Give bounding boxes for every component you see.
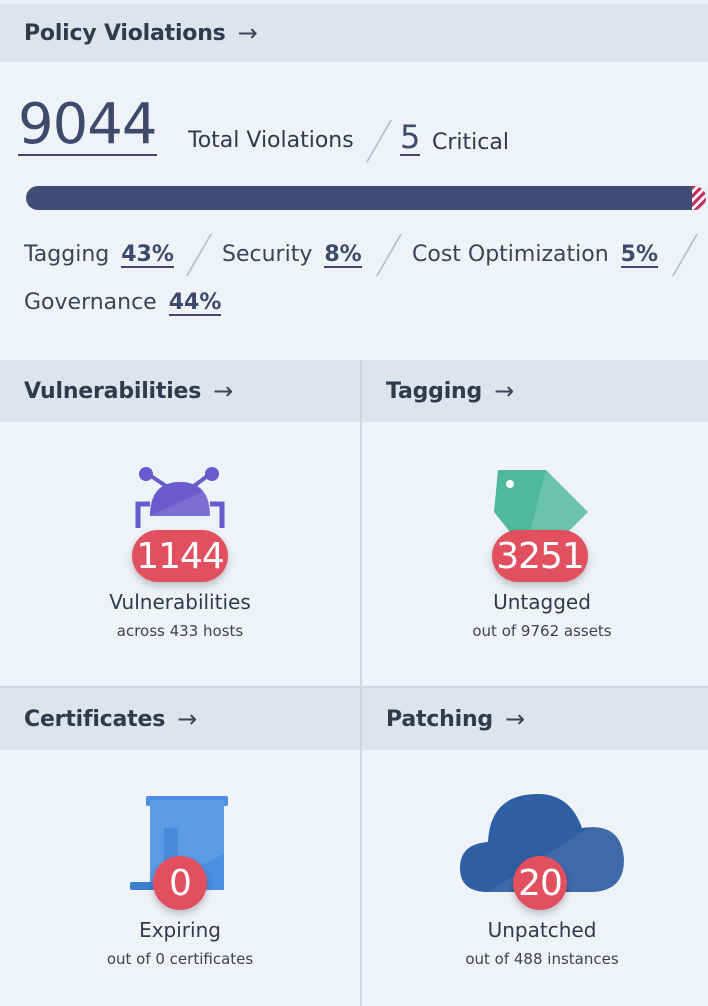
certificates-label: Expiring [139,918,221,942]
patching-sub: out of 488 instances [465,950,619,968]
certificates-title: Certificates [24,706,166,732]
patching-title: Patching [386,706,493,732]
arrow-right-icon[interactable]: → [494,377,514,405]
category-cost-optimization: Cost Optimization 5% [412,242,658,268]
policy-violations-header[interactable]: Policy Violations → [0,4,708,62]
arrow-right-icon[interactable]: → [238,19,258,47]
tagging-label: Untagged [493,590,591,614]
category-label: Governance [24,290,157,315]
certificates-sub: out of 0 certificates [106,950,254,968]
tagging-title: Tagging [386,378,483,404]
category-tagging-pct[interactable]: 43% [121,244,174,268]
category-cost-optimization-pct[interactable]: 5% [620,244,658,268]
tagging-count-badge[interactable]: 3251 [492,530,588,582]
category-label: Security [222,242,313,267]
tagging-header[interactable]: Tagging → [362,360,708,422]
category-label: Tagging [24,242,110,267]
arrow-right-icon[interactable]: → [213,377,233,405]
tile-divider [360,360,362,1006]
tile-divider [0,686,708,688]
certificates-header[interactable]: Certificates → [0,688,360,750]
certificates-count-badge[interactable]: 0 [153,856,207,910]
category-security-pct[interactable]: 8% [324,244,362,268]
arrow-right-icon[interactable]: → [177,705,197,733]
vulnerabilities-label: Vulnerabilities [109,590,251,614]
tagging-sub: out of 9762 assets [472,622,612,640]
vulnerabilities-header[interactable]: Vulnerabilities → [0,360,360,422]
vulnerabilities-title: Vulnerabilities [24,378,202,404]
category-governance: Governance 44% [24,290,222,316]
patching-header[interactable]: Patching → [362,688,708,750]
critical-segment [692,186,706,210]
critical-count[interactable]: 5 [400,120,421,156]
category-governance-pct[interactable]: 44% [168,292,222,316]
category-security: Security 8% [222,242,362,268]
vulnerabilities-count-badge[interactable]: 1144 [132,530,228,582]
vulnerabilities-sub: across 433 hosts [116,622,244,640]
violations-progress-bar [26,186,706,210]
critical-label: Critical [432,130,509,155]
patching-label: Unpatched [487,918,597,942]
patching-count-badge[interactable]: 20 [513,856,567,910]
tag-icon [494,470,588,532]
total-violations-label: Total Violations [188,128,354,153]
category-tagging: Tagging 43% [24,242,174,268]
total-violations-count[interactable]: 9044 [18,96,158,156]
policy-violations-title: Policy Violations [24,20,226,46]
arrow-right-icon[interactable]: → [505,705,525,733]
bug-icon [135,467,225,528]
category-label: Cost Optimization [412,242,609,267]
